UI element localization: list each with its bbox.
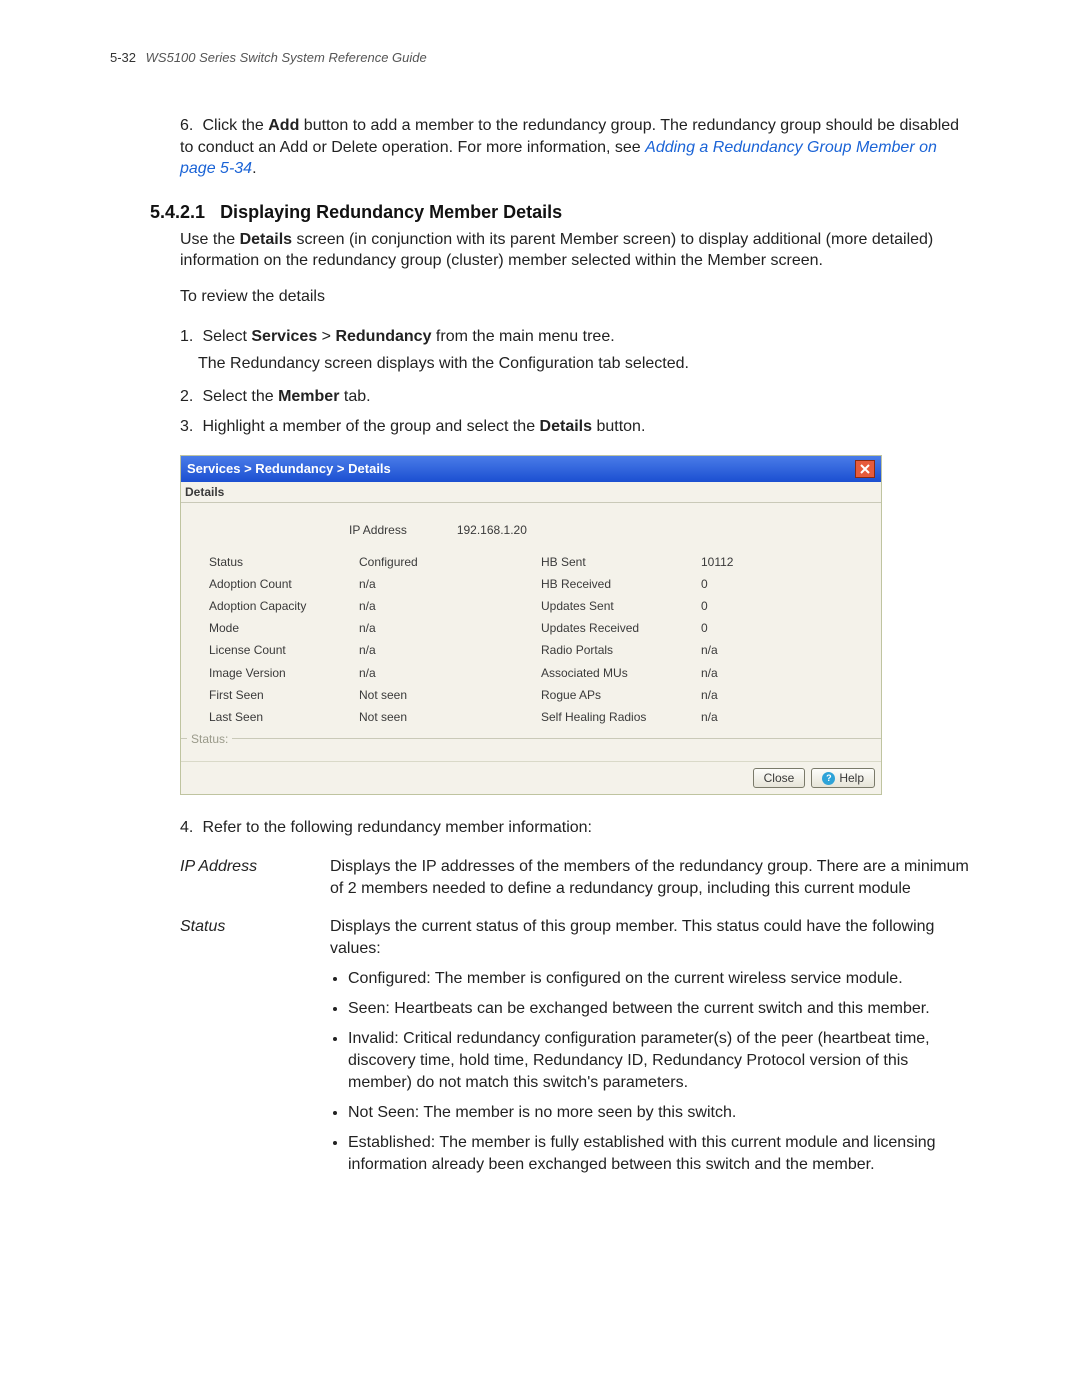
field-label: First Seen xyxy=(209,684,359,706)
document-page: 5-32 WS5100 Series Switch System Referen… xyxy=(0,0,1080,1261)
book-title: WS5100 Series Switch System Reference Gu… xyxy=(146,50,427,65)
page-number: 5-32 xyxy=(110,50,136,65)
field-value: 10112 xyxy=(701,551,853,573)
field-value: 0 xyxy=(701,595,853,617)
field-value: Configured xyxy=(359,551,521,573)
details-dialog: Services > Redundancy > Details Details … xyxy=(180,455,882,796)
field-label: License Count xyxy=(209,639,359,661)
field-value: n/a xyxy=(359,595,521,617)
field-label: Updates Received xyxy=(541,617,701,639)
field-value: n/a xyxy=(701,706,853,728)
field-value: n/a xyxy=(701,639,853,661)
def-term-status: Status xyxy=(180,916,330,1185)
step1-sub: The Redundancy screen displays with the … xyxy=(198,352,970,376)
field-label: HB Received xyxy=(541,573,701,595)
step-number: 1. xyxy=(180,322,198,352)
field-value: n/a xyxy=(701,662,853,684)
bullet: Invalid: Critical redundancy configurati… xyxy=(348,1028,970,1094)
field-value: n/a xyxy=(359,617,521,639)
right-column: HB Sent10112 HB Received0 Updates Sent0 … xyxy=(541,551,853,729)
intro-paragraph: Use the Details screen (in conjunction w… xyxy=(180,229,970,272)
field-label: Mode xyxy=(209,617,359,639)
field-value: n/a xyxy=(359,662,521,684)
def-body-ip: Displays the IP addresses of the members… xyxy=(330,856,970,900)
help-button[interactable]: ? Help xyxy=(811,768,875,788)
add-bold: Add xyxy=(268,117,299,134)
field-label: Last Seen xyxy=(209,706,359,728)
field-value: n/a xyxy=(359,573,521,595)
field-value: 0 xyxy=(701,573,853,595)
status-label: Status: xyxy=(187,732,232,746)
field-label: Adoption Count xyxy=(209,573,359,595)
bullet: Seen: Heartbeats can be exchanged betwee… xyxy=(348,998,970,1020)
field-value: n/a xyxy=(359,639,521,661)
field-label: HB Sent xyxy=(541,551,701,573)
field-label: Image Version xyxy=(209,662,359,684)
details-tab[interactable]: Details xyxy=(181,482,881,503)
status-bullets: Configured: The member is configured on … xyxy=(330,968,970,1177)
dialog-titlebar: Services > Redundancy > Details xyxy=(181,456,881,482)
step-number: 2. xyxy=(180,382,198,412)
dialog-footer: Close ? Help xyxy=(181,761,881,794)
step-number: 6. xyxy=(180,115,198,137)
field-value: Not seen xyxy=(359,684,521,706)
field-label: Radio Portals xyxy=(541,639,701,661)
field-label: Status xyxy=(209,551,359,573)
dialog-body: IP Address 192.168.1.20 StatusConfigured… xyxy=(181,503,881,739)
definition-table: IP Address Displays the IP addresses of … xyxy=(180,856,970,1185)
step-4: 4. Refer to the following redundancy mem… xyxy=(180,813,970,843)
bullet: Not Seen: The member is no more seen by … xyxy=(348,1102,970,1124)
field-label: Updates Sent xyxy=(541,595,701,617)
status-bar: Status: xyxy=(181,738,881,761)
field-label: Rogue APs xyxy=(541,684,701,706)
ordered-steps: 1. Select Services > Redundancy from the… xyxy=(180,322,970,443)
field-value: 0 xyxy=(701,617,853,639)
step-6: 6. Click the Add button to add a member … xyxy=(180,115,970,180)
left-column: StatusConfigured Adoption Countn/a Adopt… xyxy=(209,551,521,729)
review-line: To review the details xyxy=(180,286,970,308)
field-label: Associated MUs xyxy=(541,662,701,684)
def-term-ip: IP Address xyxy=(180,856,330,900)
dialog-title: Services > Redundancy > Details xyxy=(187,461,391,476)
step-number: 4. xyxy=(180,813,198,843)
ip-label: IP Address xyxy=(349,523,407,537)
def-body-status: Displays the current status of this grou… xyxy=(330,916,970,1185)
bullet: Configured: The member is configured on … xyxy=(348,968,970,990)
ip-value: 192.168.1.20 xyxy=(457,523,527,537)
section-heading: 5.4.2.1 Displaying Redundancy Member Det… xyxy=(150,202,970,223)
field-value: Not seen xyxy=(359,706,521,728)
help-icon: ? xyxy=(822,772,835,785)
close-button[interactable]: Close xyxy=(753,768,806,788)
field-label: Adoption Capacity xyxy=(209,595,359,617)
step-number: 3. xyxy=(180,412,198,442)
field-label: Self Healing Radios xyxy=(541,706,701,728)
field-value: n/a xyxy=(701,684,853,706)
bullet: Established: The member is fully establi… xyxy=(348,1132,970,1176)
close-icon[interactable] xyxy=(855,460,875,478)
page-header: 5-32 WS5100 Series Switch System Referen… xyxy=(110,50,970,65)
